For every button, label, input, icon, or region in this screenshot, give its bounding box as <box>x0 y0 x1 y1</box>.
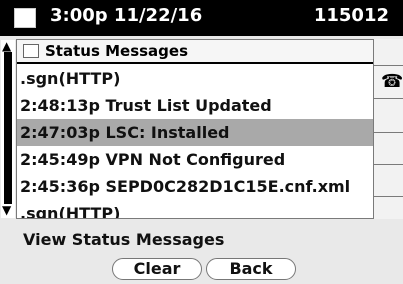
status-text: View Status Messages <box>23 230 225 249</box>
message-text: 2:48:13p Trust List Updated <box>20 96 272 115</box>
softkey-bar: Clear Back <box>0 255 403 284</box>
scroll-up-arrow-icon[interactable]: ▲ <box>2 40 11 52</box>
message-text: 2:45:36p SEPD0C282D1C15E.cnf.xml <box>20 177 351 196</box>
panel-title: Status Messages <box>45 42 189 60</box>
message-row[interactable]: 2:45:49p VPN Not Configured <box>17 146 373 173</box>
status-messages-panel: Status Messages .sgn(HTTP) 2:48:13p Trus… <box>16 39 374 219</box>
message-text: .sgn(HTTP) <box>20 204 121 219</box>
message-row[interactable]: 2:48:13p Trust List Updated <box>17 92 373 119</box>
scrollbar-thumb[interactable] <box>4 52 12 204</box>
message-row-selected[interactable]: 2:47:03p LSC: Installed <box>17 119 373 146</box>
line-key-divider <box>374 132 403 133</box>
extension-number: 115012 <box>313 5 389 26</box>
line-key-divider <box>374 65 403 66</box>
message-row[interactable]: .sgn(HTTP) <box>17 200 373 219</box>
line-key-divider <box>374 196 403 197</box>
line-key-divider <box>374 98 403 99</box>
phone-icon[interactable]: ☎ <box>381 73 403 91</box>
line-key-divider <box>374 164 403 165</box>
top-status-bar: 3:00p 11/22/16 115012 <box>0 0 403 36</box>
checkbox-icon <box>23 44 39 58</box>
panel-header: Status Messages <box>17 40 373 64</box>
clear-button[interactable]: Clear <box>112 258 202 280</box>
line-key-strip <box>374 39 403 219</box>
message-row[interactable]: 2:45:36p SEPD0C282D1C15E.cnf.xml <box>17 173 373 200</box>
message-text: .sgn(HTTP) <box>20 69 121 88</box>
message-row[interactable]: .sgn(HTTP) <box>17 65 373 92</box>
time-date: 3:00p 11/22/16 <box>50 5 203 26</box>
message-text: 2:47:03p LSC: Installed <box>20 123 230 142</box>
message-text: 2:45:49p VPN Not Configured <box>20 150 286 169</box>
scroll-down-arrow-icon[interactable]: ▼ <box>2 204 11 216</box>
messages-icon <box>14 8 36 28</box>
back-button[interactable]: Back <box>206 258 296 280</box>
